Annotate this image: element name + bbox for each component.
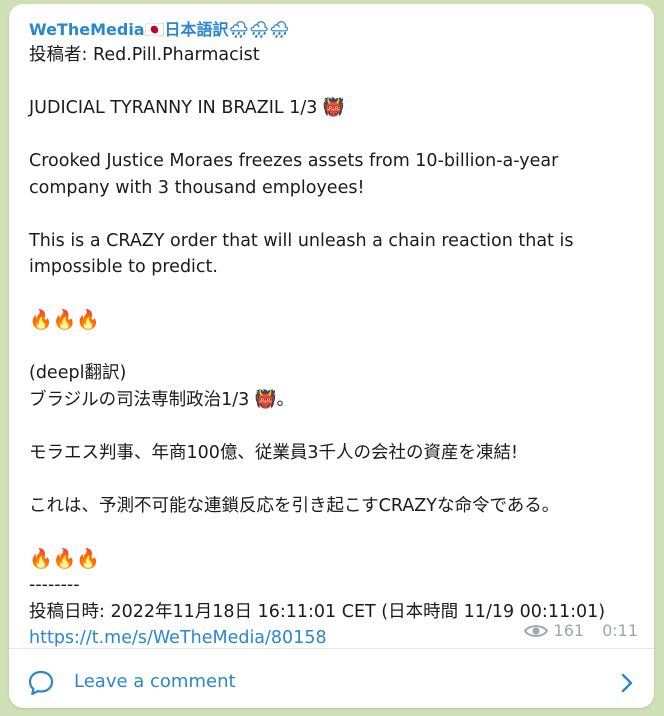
message-line: This is a CRAZY order that will unleash … (29, 230, 574, 251)
message-line: JUDICIAL TYRANNY IN BRAZIL 1/3 👹 (29, 98, 345, 118)
message-line (29, 413, 629, 440)
message-time: 0:11 (602, 621, 638, 640)
message-line: これは、予測不可能な連鎖反応を引き起こすCRAZYな命令である。 (29, 495, 560, 516)
message-text: 投稿者: Red.Pill.Pharmacist JUDICIAL TYRANN… (29, 42, 629, 652)
message-line: ブラジルの司法専制政治1/3 👹。 (29, 389, 295, 410)
message-line (29, 122, 629, 149)
message-line: Crooked Justice Moraes freezes assets fr… (29, 151, 559, 171)
message-line (29, 334, 629, 361)
view-count: 161 (553, 621, 585, 640)
fire-emoji-line: 🔥🔥🔥 (29, 309, 100, 331)
fire-emoji-line: 🔥🔥🔥 (29, 547, 100, 570)
message-line: モラエス判事、年商100億、従業員3千人の会社の資産を凍結! (29, 442, 519, 463)
comment-bubble-icon (28, 670, 54, 696)
channel-name[interactable]: WeTheMedia🇯🇵日本語訳🌧🌧🌧 (29, 16, 289, 40)
message-line: 投稿者: Red.Pill.Pharmacist (29, 45, 260, 65)
message-line (29, 281, 629, 308)
message-line (29, 466, 629, 493)
chevron-right-icon[interactable] (620, 673, 634, 693)
separator-line: -------- (29, 575, 80, 595)
message-line (29, 519, 629, 546)
message-line: company with 3 thousand employees! (29, 177, 365, 198)
message-bubble: WeTheMedia🇯🇵日本語訳🌧🌧🌧 投稿者: Red.Pill.Pharma… (9, 4, 654, 708)
message-line (29, 201, 629, 228)
eye-icon (523, 624, 548, 637)
comment-bar[interactable]: Leave a comment (9, 648, 654, 708)
message-line: impossible to predict. (29, 257, 218, 277)
leave-comment-label[interactable]: Leave a comment (74, 671, 236, 692)
message-line (29, 69, 629, 96)
message-meta: 161 0:11 (523, 621, 638, 640)
message-line: (deepl翻訳) (29, 363, 127, 383)
